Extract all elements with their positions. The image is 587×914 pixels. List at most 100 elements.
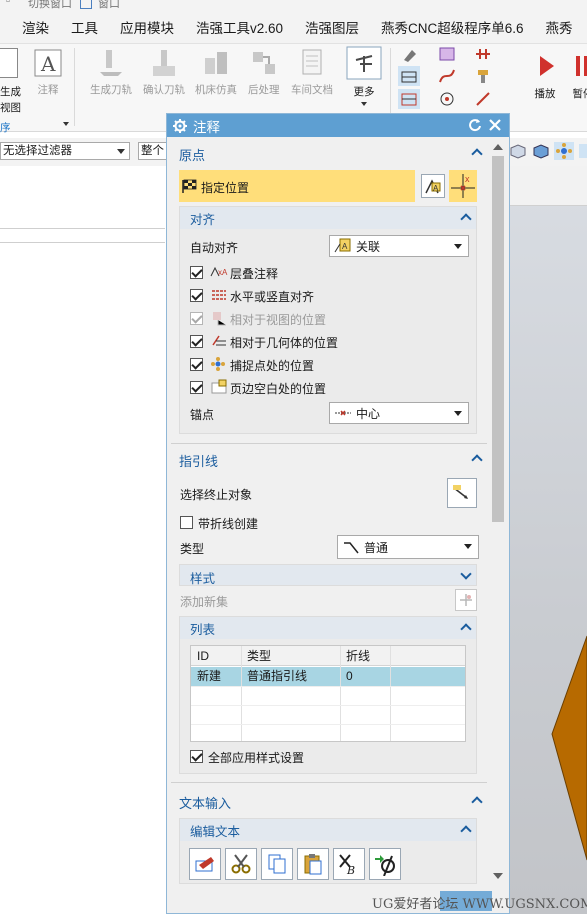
section-text-input-header[interactable]: 文本输入	[171, 790, 487, 814]
point-dialog-button[interactable]: x	[449, 170, 477, 202]
window-label[interactable]: 窗口	[98, 0, 120, 10]
svg-text:A: A	[342, 242, 348, 251]
column-header-jog[interactable]: 折线	[340, 647, 370, 666]
insert-symbol-button[interactable]	[369, 848, 401, 880]
more-button[interactable]: 更多	[346, 46, 382, 106]
clear-text-button[interactable]	[189, 848, 221, 880]
menu-yanxiu[interactable]: 燕秀	[535, 17, 584, 37]
section-origin-header[interactable]: 原点	[171, 142, 487, 166]
horizontal-align-icon	[212, 290, 226, 300]
verify-toolpath-icon	[153, 50, 175, 76]
watermark-text: UG爱好者论坛 WWW.UGSNX.COM	[372, 897, 587, 912]
add-new-set-button[interactable]	[455, 589, 477, 611]
tool-holder-icon[interactable]	[472, 66, 494, 86]
gear-icon[interactable]	[173, 118, 187, 133]
relative-to-view-checkbox[interactable]	[190, 312, 203, 325]
dialog-title-bar[interactable]: 注释	[167, 114, 509, 137]
snap-point-position-checkbox[interactable]	[190, 358, 203, 371]
page-icon[interactable]	[0, 48, 18, 78]
list-subsection-header[interactable]: 列表	[180, 617, 476, 639]
verify-toolpath-button[interactable]: 确认刀轨	[143, 48, 185, 97]
paste-button[interactable]	[297, 848, 329, 880]
generate-toolpath-button[interactable]: 生成刀轨	[90, 48, 132, 97]
graphics-viewport[interactable]	[510, 166, 587, 914]
style-title: 样式	[190, 572, 216, 586]
style-subsection-header[interactable]: 样式	[179, 564, 477, 586]
specify-position-row[interactable]: 指定位置	[179, 170, 415, 202]
edit-text-subsection-header[interactable]: 编辑文本	[180, 819, 476, 841]
brush-tool-icon[interactable]	[400, 44, 422, 64]
pane-divider	[0, 228, 165, 229]
origin-tool-button[interactable]: A	[421, 174, 445, 198]
horizontal-vertical-checkbox[interactable]	[190, 289, 203, 302]
leader-list-table[interactable]: ID 类型 折线 新建 普通指引线 0	[190, 645, 466, 742]
ruler-tool-icon[interactable]	[472, 44, 494, 64]
align-subsection-header[interactable]: 对齐	[180, 207, 476, 229]
select-terminating-button[interactable]	[447, 478, 477, 508]
table-cell-jog: 0	[346, 669, 353, 683]
shaded-cube-icon[interactable]	[531, 142, 551, 160]
view-cube-icon[interactable]	[508, 142, 528, 160]
create-with-jog-checkbox[interactable]	[180, 516, 193, 529]
associative-icon: A	[334, 238, 351, 253]
leader-type-select[interactable]: 普通	[337, 535, 479, 559]
annotation-button[interactable]: A 注释	[33, 48, 63, 97]
reset-icon[interactable]	[467, 117, 483, 133]
anchor-select[interactable]: 中心	[329, 402, 469, 424]
table-row-selected[interactable]	[191, 667, 465, 686]
column-header-type[interactable]: 类型	[241, 647, 271, 666]
play-label: 播放	[534, 88, 556, 100]
copy-button[interactable]	[261, 848, 293, 880]
snap-tool-icon[interactable]	[577, 142, 587, 160]
machine-simulation-button[interactable]: 机床仿真	[195, 48, 237, 97]
point-tool-icon[interactable]	[436, 89, 458, 109]
menu-tools[interactable]: 工具	[60, 17, 109, 37]
line-tool-icon[interactable]	[472, 89, 494, 109]
table-cell-type: 普通指引线	[247, 669, 308, 683]
pause-button[interactable]: 暂停	[568, 52, 587, 101]
play-button[interactable]: 播放	[530, 52, 560, 101]
menu-application[interactable]: 应用模块	[109, 17, 185, 37]
switch-window-label[interactable]: 切换窗口	[28, 0, 72, 10]
anchor-label: 锚点	[190, 408, 215, 422]
snap-point-icon[interactable]	[554, 142, 574, 160]
ribbon-view-label: 视图	[0, 102, 21, 114]
display-tool-icon[interactable]	[436, 44, 458, 64]
list-title: 列表	[190, 622, 216, 637]
scroll-down-icon[interactable]	[493, 873, 503, 879]
group-dropdown-icon[interactable]	[63, 122, 69, 126]
collapse-icon	[471, 796, 483, 808]
scope-select[interactable]: 整个	[138, 142, 168, 160]
menu-haoqiang-layers[interactable]: 浩强图层	[294, 17, 370, 37]
menu-render[interactable]: 渲染	[0, 17, 60, 37]
relative-to-geometry-icon	[212, 335, 226, 346]
scrollbar-thumb[interactable]	[492, 156, 504, 522]
delete-text-button[interactable]: B	[333, 848, 365, 880]
anchor-center-icon	[335, 410, 351, 416]
relative-to-geometry-checkbox[interactable]	[190, 335, 203, 348]
close-icon[interactable]	[487, 117, 503, 133]
layer-tool-icon[interactable]	[398, 89, 420, 109]
section-tool-icon[interactable]	[398, 66, 420, 86]
row-divider	[191, 686, 465, 687]
postprocess-button[interactable]: 后处理	[248, 48, 280, 97]
scroll-up-icon[interactable]	[493, 144, 503, 150]
ribbon-generate-label: 生成	[0, 86, 21, 98]
cut-button[interactable]	[225, 848, 257, 880]
auto-align-select[interactable]: A 关联	[329, 235, 469, 257]
collapse-icon	[471, 454, 483, 466]
curve-tool-icon[interactable]	[436, 66, 458, 86]
column-header-id[interactable]: ID	[191, 647, 209, 666]
menu-haoqiang-tools[interactable]: 浩强工具v2.60	[185, 17, 294, 37]
apply-all-styles-checkbox[interactable]	[190, 750, 203, 763]
type-filter-select[interactable]: 无选择过滤器	[0, 142, 130, 160]
stack-annotation-checkbox[interactable]	[190, 266, 203, 279]
margin-position-checkbox[interactable]	[190, 381, 203, 394]
menu-yanxiu-cnc[interactable]: 燕秀CNC超级程序单6.6	[370, 17, 535, 37]
shop-docs-button[interactable]: 车间文档	[291, 48, 333, 97]
margin-position-label: 页边空白处的位置	[230, 382, 327, 396]
create-with-jog-label: 带折线创建	[198, 517, 259, 531]
section-leader-header[interactable]: 指引线	[171, 448, 487, 472]
verify-toolpath-label: 确认刀轨	[143, 84, 185, 96]
type-filter-value: 无选择过滤器	[3, 145, 72, 157]
